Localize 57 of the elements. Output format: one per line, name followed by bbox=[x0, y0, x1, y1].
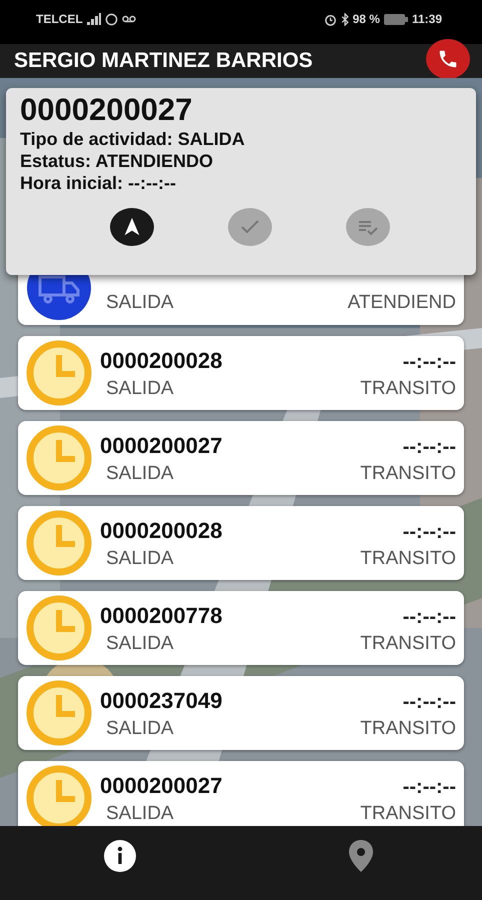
activity-number: 0000200027 bbox=[100, 773, 222, 799]
activity-card[interactable]: 0000237049 --:--:-- SALIDA TRANSITO bbox=[18, 676, 464, 750]
clock-icon bbox=[26, 680, 92, 746]
activity-card[interactable]: 0000200778 --:--:-- SALIDA TRANSITO bbox=[18, 591, 464, 665]
clock-icon bbox=[26, 595, 92, 661]
voicemail-icon bbox=[122, 15, 136, 23]
activity-status: TRANSITO bbox=[360, 803, 456, 825]
call-button[interactable] bbox=[426, 39, 470, 79]
detail-line: Hora inicial: --:--:-- bbox=[20, 172, 177, 194]
activity-status: TRANSITO bbox=[360, 548, 456, 570]
signal-icon bbox=[86, 13, 101, 25]
detail-line: Estatus: ATENDIENDO bbox=[20, 150, 214, 172]
alarm-icon bbox=[324, 12, 337, 26]
activity-type: SALIDA bbox=[105, 803, 174, 825]
detail-number: 0000200027 bbox=[20, 92, 194, 128]
driver-name: SERGIO MARTINEZ BARRIOS bbox=[14, 49, 313, 73]
activity-number: 0000237049 bbox=[100, 688, 222, 714]
activity-status: TRANSITO bbox=[360, 718, 456, 740]
activity-time: --:--:-- bbox=[402, 606, 456, 629]
activity-type: SALIDA bbox=[105, 378, 174, 400]
activity-card[interactable]: 0000200027 --:--:-- SALIDA TRANSITO bbox=[18, 421, 464, 495]
activity-time: --:--:-- bbox=[402, 436, 456, 459]
map-pin-icon bbox=[347, 839, 375, 873]
activity-type: SALIDA bbox=[105, 463, 174, 485]
clock-time: 11:39 bbox=[412, 12, 442, 26]
activity-status: TRANSITO bbox=[360, 463, 456, 485]
carrier-text: TELCEL bbox=[36, 12, 83, 26]
battery-percent: 98 % bbox=[352, 12, 380, 26]
detail-line: Tipo de actividad: SALIDA bbox=[20, 128, 246, 150]
activity-time: --:--:-- bbox=[402, 776, 456, 799]
phone-icon bbox=[437, 48, 459, 70]
activity-type: SALIDA bbox=[105, 718, 174, 740]
activity-status: TRANSITO bbox=[360, 633, 456, 655]
activity-card[interactable]: 0000200028 --:--:-- SALIDA TRANSITO bbox=[18, 506, 464, 580]
activity-card[interactable]: 0000200027 --:--:-- SALIDA TRANSITO bbox=[18, 761, 464, 826]
activity-number: 0000200778 bbox=[100, 603, 222, 629]
activity-type: SALIDA bbox=[105, 548, 174, 570]
navigate-button[interactable] bbox=[110, 208, 154, 246]
activity-time: --:--:-- bbox=[402, 691, 456, 714]
bluetooth-icon bbox=[340, 12, 349, 26]
activity-card[interactable]: 0000200028 --:--:-- SALIDA TRANSITO bbox=[18, 336, 464, 410]
clock-icon bbox=[26, 425, 92, 491]
clock-icon bbox=[26, 765, 92, 826]
activity-time: --:--:-- bbox=[402, 521, 456, 544]
info-icon bbox=[103, 839, 137, 873]
activity-number: 0000200028 bbox=[100, 518, 222, 544]
clock-icon bbox=[26, 340, 92, 406]
battery-icon bbox=[384, 14, 408, 24]
activity-status: TRANSITO bbox=[360, 378, 456, 400]
info-tab[interactable] bbox=[102, 838, 138, 874]
activity-status: ATENDIEND bbox=[348, 292, 456, 314]
activity-time: --:--:-- bbox=[402, 351, 456, 374]
activity-number: 0000200028 bbox=[100, 348, 222, 374]
activity-type: SALIDA bbox=[105, 633, 174, 655]
activity-number: 0000200027 bbox=[100, 433, 222, 459]
activity-type: SALIDA bbox=[105, 292, 174, 314]
clock-icon bbox=[26, 510, 92, 576]
